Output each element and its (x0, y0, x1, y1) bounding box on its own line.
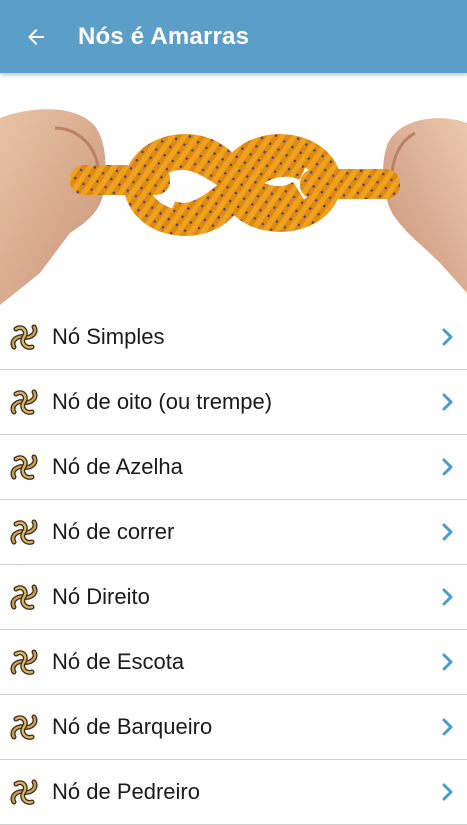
list-item-label: Nó de Pedreiro (52, 779, 200, 804)
list-item-label: Nó de Azelha (52, 454, 183, 479)
knot-list: Nó Simples Nó de oito (ou trempe) Nó de … (0, 305, 467, 825)
page-title: Nós é Amarras (78, 22, 250, 50)
list-item-label: Nó Direito (52, 584, 150, 609)
list-item[interactable]: Nó Simples (0, 305, 467, 370)
knot-icon (10, 779, 38, 805)
knot-icon (10, 714, 38, 740)
list-item[interactable]: Nó de Pedreiro (0, 760, 467, 825)
list-item[interactable]: Nó de Escota (0, 630, 467, 695)
knot-icon (10, 649, 38, 675)
chevron-right-icon (442, 393, 453, 411)
chevron-right-icon (442, 328, 453, 346)
hero-image (0, 73, 467, 305)
chevron-right-icon (442, 523, 453, 541)
chevron-right-icon (442, 588, 453, 606)
chevron-right-icon (442, 458, 453, 476)
list-item[interactable]: Nó de oito (ou trempe) (0, 370, 467, 435)
list-item[interactable]: Nó Direito (0, 565, 467, 630)
chevron-right-icon (442, 718, 453, 736)
list-item-label: Nó de Escota (52, 649, 185, 674)
knot-icon (10, 454, 38, 480)
chevron-right-icon (442, 783, 453, 801)
knot-icon (10, 584, 38, 610)
list-item[interactable]: Nó de Azelha (0, 435, 467, 500)
list-item[interactable]: Nó de Barqueiro (0, 695, 467, 760)
list-item-label: Nó de Barqueiro (52, 714, 213, 739)
list-item-label: Nó Simples (52, 324, 165, 349)
knot-icon (10, 389, 38, 415)
list-item-label: Nó de correr (52, 519, 175, 544)
knot-icon (10, 519, 38, 545)
list-item[interactable]: Nó de correr (0, 500, 467, 565)
chevron-right-icon (442, 653, 453, 671)
knot-icon (10, 324, 38, 350)
list-item-label: Nó de oito (ou trempe) (52, 389, 273, 414)
arrow-left-icon (28, 28, 44, 45)
back-button[interactable] (16, 17, 56, 57)
app-bar: Nós é Amarras (0, 0, 467, 73)
